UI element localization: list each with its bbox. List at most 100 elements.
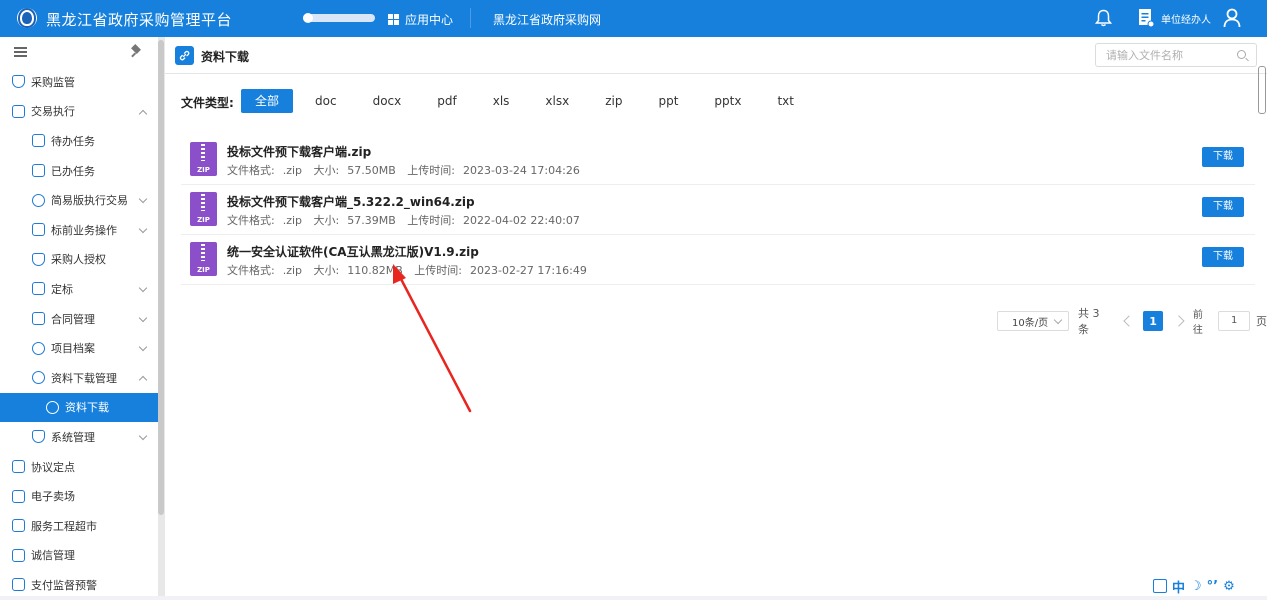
zip-file-icon: ZIP bbox=[190, 242, 217, 276]
settings-shield-icon bbox=[32, 430, 45, 444]
chevron-up-icon bbox=[138, 109, 148, 118]
sidebar-item-label: 交易执行 bbox=[31, 105, 75, 119]
type-filter-doc[interactable]: doc bbox=[301, 89, 351, 113]
sidebar-item-downloads[interactable]: 资料下载 bbox=[0, 392, 158, 423]
chevron-down-icon bbox=[138, 195, 148, 204]
file-size-label: 大小: bbox=[313, 164, 340, 177]
contract-icon bbox=[32, 312, 45, 326]
file-type-filters: 全部 doc docx pdf xls xlsx zip ppt pptx tx… bbox=[241, 89, 816, 113]
type-filter-pptx[interactable]: pptx bbox=[700, 89, 755, 113]
store-icon bbox=[12, 489, 25, 503]
punctuation-icon[interactable]: °’ bbox=[1207, 579, 1218, 594]
sidebar-item-label: 项目档案 bbox=[51, 342, 95, 356]
sidebar-item-procurement-supervision[interactable]: 采购监管 bbox=[0, 67, 158, 97]
gear-icon[interactable]: ⚙ bbox=[1223, 579, 1235, 594]
search-input[interactable] bbox=[1106, 44, 1236, 66]
credit-icon bbox=[12, 548, 25, 562]
sidebar-item-label: 系统管理 bbox=[51, 430, 95, 444]
download-button[interactable]: 下载 bbox=[1202, 247, 1244, 267]
grid-icon bbox=[388, 14, 399, 25]
sidebar-item-service-market[interactable]: 服务工程超市 bbox=[0, 511, 158, 541]
chevron-up-icon bbox=[138, 375, 148, 385]
bid-icon bbox=[32, 282, 45, 296]
goto-page-input[interactable]: 1 bbox=[1218, 311, 1250, 331]
page-number-current[interactable]: 1 bbox=[1143, 311, 1163, 331]
file-name: 投标文件预下载客户端.zip bbox=[227, 145, 372, 159]
chart-icon bbox=[12, 578, 25, 592]
sidebar-item-project-archive[interactable]: 项目档案 bbox=[0, 333, 158, 363]
sidebar-item-payment-warning[interactable]: 支付监督预警 bbox=[0, 570, 158, 600]
sidebar-item-todo-tasks[interactable]: 待办任务 bbox=[0, 126, 158, 156]
bell-icon[interactable] bbox=[1095, 9, 1112, 27]
menu-toggle-icon[interactable] bbox=[14, 47, 27, 57]
main-scrollbar-thumb[interactable] bbox=[1257, 66, 1266, 114]
page-header: 资料下载 bbox=[165, 37, 1267, 74]
search-icon[interactable] bbox=[1237, 50, 1246, 59]
file-format: .zip bbox=[282, 164, 303, 177]
sidebar-item-award[interactable]: 定标 bbox=[0, 274, 158, 304]
masked-user-pill bbox=[303, 13, 375, 23]
sidebar-item-contract-management[interactable]: 合同管理 bbox=[0, 304, 158, 334]
download-button[interactable]: 下载 bbox=[1202, 147, 1244, 167]
sidebar-item-done-tasks[interactable]: 已办任务 bbox=[0, 156, 158, 186]
type-filter-all[interactable]: 全部 bbox=[241, 89, 294, 113]
file-meta: 文件格式: .zip 大小: 57.50MB 上传时间: 2023-03-24 17:… bbox=[227, 162, 588, 178]
sidebar-item-label: 诚信管理 bbox=[31, 549, 75, 563]
file-name: 投标文件预下载客户端_5.322.2_win64.zip bbox=[227, 195, 475, 209]
sidebar-item-label: 简易版执行交易 bbox=[51, 194, 128, 208]
upload-time-label: 上传时间: bbox=[407, 164, 455, 177]
sidebar-item-label: 电子卖场 bbox=[31, 490, 75, 504]
file-type-label: 文件类型: bbox=[181, 96, 234, 110]
search-box bbox=[1095, 43, 1257, 67]
type-filter-xls[interactable]: xls bbox=[479, 89, 524, 113]
sidebar-item-credit-management[interactable]: 诚信管理 bbox=[0, 541, 158, 571]
topbar-divider bbox=[470, 8, 471, 28]
sidebar-item-purchaser-authorization[interactable]: 采购人授权 bbox=[0, 245, 158, 275]
type-filter-ppt[interactable]: ppt bbox=[644, 89, 692, 113]
file-format-label: 文件格式: bbox=[227, 164, 275, 177]
unit-role-label[interactable]: 单位经办人 bbox=[1161, 11, 1211, 26]
file-format-label: 文件格式: bbox=[227, 214, 275, 227]
sidebar-item-e-mall[interactable]: 电子卖场 bbox=[0, 481, 158, 511]
download-button[interactable]: 下载 bbox=[1202, 197, 1244, 217]
sidebar-item-trade-execution[interactable]: 交易执行 bbox=[0, 97, 158, 127]
type-filter-zip[interactable]: zip bbox=[591, 89, 636, 113]
sidebar-item-agreement-supply[interactable]: 协议定点 bbox=[0, 452, 158, 482]
type-filter-xlsx[interactable]: xlsx bbox=[531, 89, 583, 113]
file-format: .zip bbox=[282, 214, 303, 227]
language-toggle[interactable]: 中 bbox=[1172, 577, 1185, 596]
prev-page-icon[interactable] bbox=[1123, 315, 1135, 327]
file-meta: 文件格式: .zip 大小: 57.39MB 上传时间: 2022-04-02 22:… bbox=[227, 212, 588, 228]
file-name: 统一安全认证软件(CA互认黑龙江版)V1.9.zip bbox=[227, 245, 479, 259]
app-center-button[interactable]: 应用中心 bbox=[388, 11, 453, 28]
moon-icon[interactable]: ☽ bbox=[1190, 579, 1202, 594]
type-filter-txt[interactable]: txt bbox=[763, 89, 808, 113]
user-icon[interactable] bbox=[1223, 8, 1241, 28]
sidebar-item-pre-bid[interactable]: 标前业务操作 bbox=[0, 215, 158, 245]
file-row: ZIP 投标文件预下载客户端_5.322.2_win64.zip 文件格式: .z… bbox=[181, 185, 1255, 235]
type-filter-docx[interactable]: docx bbox=[359, 89, 416, 113]
zip-icon-label: ZIP bbox=[197, 216, 210, 224]
zip-icon-label: ZIP bbox=[197, 266, 210, 274]
sidebar-item-system-management[interactable]: 系统管理 bbox=[0, 422, 158, 452]
pin-icon[interactable] bbox=[130, 46, 142, 58]
total-count: 共 3 条 bbox=[1078, 307, 1100, 336]
next-page-icon[interactable] bbox=[1173, 315, 1185, 327]
sidebar-item-simple-trade[interactable]: 简易版执行交易 bbox=[0, 185, 158, 215]
sidebar-item-download-management[interactable]: 资料下载管理 bbox=[0, 363, 158, 393]
zip-file-icon: ZIP bbox=[190, 142, 217, 176]
file-size-label: 大小: bbox=[313, 214, 340, 227]
site-link[interactable]: 黑龙江省政府采购网 bbox=[493, 11, 601, 28]
sidebar-scrollbar-thumb[interactable] bbox=[158, 40, 164, 515]
page-unit-label: 页 bbox=[1255, 315, 1267, 328]
chevron-down-icon bbox=[138, 313, 148, 322]
document-icon[interactable] bbox=[1138, 8, 1154, 28]
file-row: ZIP 统一安全认证软件(CA互认黑龙江版)V1.9.zip 文件格式: .zip… bbox=[181, 235, 1255, 285]
type-filter-pdf[interactable]: pdf bbox=[423, 89, 470, 113]
checkbox-icon[interactable] bbox=[1153, 579, 1167, 593]
top-bar: 黑龙江省政府采购管理平台 应用中心 黑龙江省政府采购网 单位经办人 bbox=[0, 0, 1267, 37]
file-format: .zip bbox=[282, 264, 303, 277]
chevron-down-icon bbox=[138, 224, 148, 234]
page-size-select[interactable]: 10条/页 bbox=[997, 311, 1070, 331]
shield-icon bbox=[12, 75, 25, 89]
